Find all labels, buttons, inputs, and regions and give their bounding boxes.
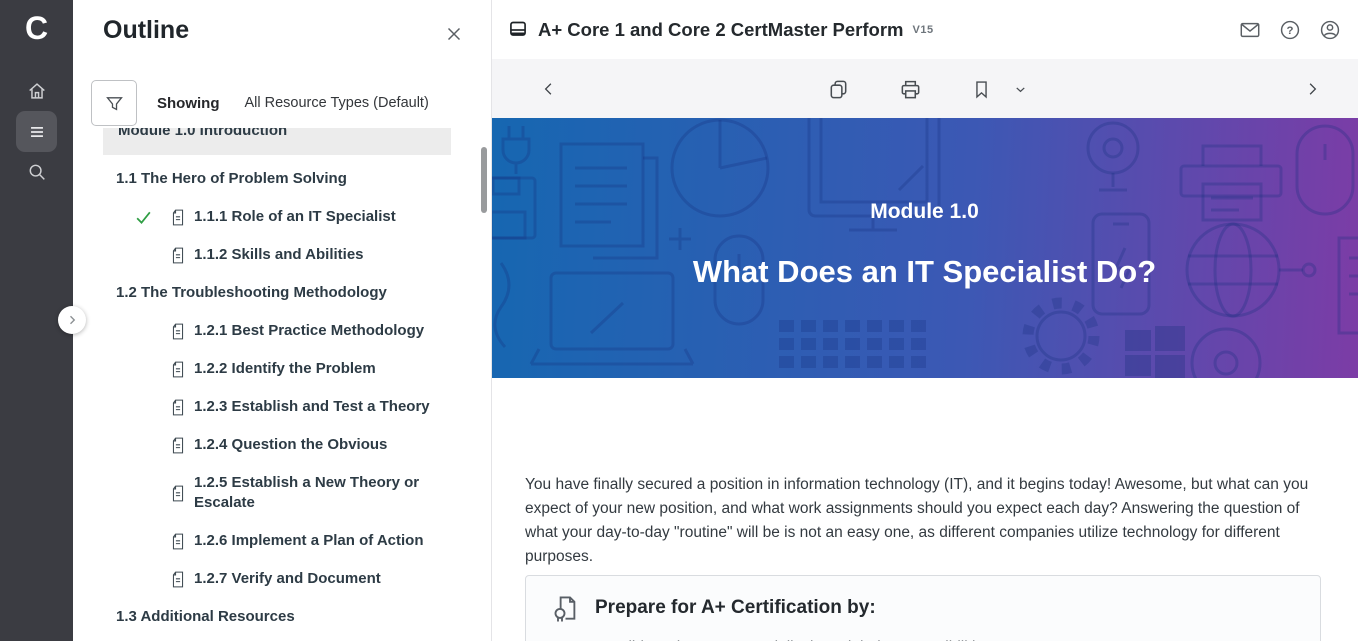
filter-row: Showing All Resource Types (Default) <box>91 80 429 126</box>
chevron-right-icon <box>1303 80 1321 98</box>
course-title: A+ Core 1 and Core 2 CertMaster Perform <box>538 19 904 41</box>
filter-value: All Resource Types (Default) <box>245 95 429 111</box>
messages-button[interactable] <box>1239 19 1261 41</box>
reader-toolbar <box>491 59 1358 118</box>
outline-item[interactable]: 1.2.2 Identify the Problem <box>134 359 471 379</box>
copy-icon <box>827 78 850 101</box>
bookmark-button[interactable] <box>969 77 993 101</box>
outline-item[interactable]: 1.2.5 Establish a New Theory or Escalate <box>134 473 471 513</box>
banner-title: What Does an IT Specialist Do? <box>491 254 1358 290</box>
help-button[interactable]: ? <box>1279 19 1301 41</box>
outline-item[interactable]: 1.2.7 Verify and Document <box>134 569 471 589</box>
account-button[interactable] <box>1319 19 1341 41</box>
home-button[interactable] <box>16 70 57 111</box>
filter-funnel-icon <box>104 93 125 114</box>
copy-button[interactable] <box>826 77 850 101</box>
document-icon <box>171 323 186 340</box>
certification-callout: Prepare for A+ Certification by: Describ… <box>525 575 1321 641</box>
chevron-down-icon <box>1013 82 1028 97</box>
outline-item[interactable]: 1.2.3 Establish and Test a Theory <box>134 397 471 417</box>
outline-item[interactable]: 1.1 The Hero of Problem Solving <box>116 169 471 188</box>
document-icon <box>171 209 186 226</box>
svg-text:?: ? <box>1287 25 1294 37</box>
outline-item[interactable]: 1.2.4 Question the Obvious <box>134 435 471 455</box>
tech-pattern-decoration <box>491 118 1358 378</box>
certificate-icon <box>550 593 580 623</box>
help-icon: ? <box>1279 19 1301 41</box>
outline-list: Module 1.0 Introduction 1.1 The Hero of P… <box>73 128 491 641</box>
main-content: A+ Core 1 and Core 2 CertMaster Perform … <box>491 0 1358 641</box>
bookmark-menu-button[interactable] <box>1011 77 1029 101</box>
outline-scrollbar-thumb[interactable] <box>481 147 487 213</box>
outline-panel: Outline Showing All Resource Types (Defa… <box>73 0 492 641</box>
bookmark-icon <box>971 79 992 100</box>
outline-item[interactable]: 1.1.2 Skills and Abilities <box>134 245 471 265</box>
document-icon <box>171 361 186 378</box>
search-button[interactable] <box>16 151 57 192</box>
home-icon <box>26 80 48 102</box>
banner-module-label: Module 1.0 <box>491 200 1358 224</box>
account-icon <box>1319 19 1341 41</box>
document-icon <box>171 437 186 454</box>
check-icon <box>134 208 171 227</box>
close-panel-button[interactable] <box>443 23 465 45</box>
outline-item[interactable]: Module 1.0 Introduction <box>103 128 451 155</box>
outline-item[interactable]: 1.2.6 Implement a Plan of Action <box>134 531 471 551</box>
panel-title: Outline <box>103 16 189 45</box>
print-button[interactable] <box>898 77 922 101</box>
outline-item[interactable]: 1.2.1 Best Practice Methodology <box>134 321 471 341</box>
comptia-logo: C <box>0 6 73 50</box>
lesson-content: You have finally secured a position in i… <box>491 378 1358 641</box>
outline-button[interactable] <box>16 111 57 152</box>
previous-page-button[interactable] <box>537 77 561 101</box>
printer-icon <box>899 78 922 101</box>
outline-item[interactable]: 1.2 The Troubleshooting Methodology <box>116 283 471 302</box>
document-icon <box>171 533 186 550</box>
document-icon <box>171 571 186 588</box>
panel-expand-button[interactable] <box>58 306 86 334</box>
course-header: A+ Core 1 and Core 2 CertMaster Perform … <box>491 0 1358 60</box>
search-icon <box>26 161 48 183</box>
chevron-left-icon <box>540 80 558 98</box>
chevron-right-icon <box>63 311 81 329</box>
document-icon <box>171 247 186 264</box>
lesson-paragraph: You have finally secured a position in i… <box>525 473 1321 569</box>
callout-title: Prepare for A+ Certification by: <box>595 597 876 619</box>
outline-item[interactable]: 1.3 Additional Resources <box>116 607 471 626</box>
document-icon <box>171 399 186 416</box>
ebook-icon <box>508 20 528 40</box>
showing-label: Showing <box>157 95 220 112</box>
outline-item[interactable]: 1.1.1 Role of an IT Specialist <box>134 207 471 227</box>
course-version: V15 <box>913 24 934 36</box>
callout-bullet: Describing what an IT specialist is and … <box>588 636 1296 641</box>
document-icon <box>171 485 186 502</box>
callout-bullet-list: Describing what an IT specialist is and … <box>550 636 1296 641</box>
envelope-icon <box>1239 19 1261 41</box>
filter-button[interactable] <box>91 80 137 126</box>
menu-icon <box>26 121 48 143</box>
next-page-button[interactable] <box>1300 77 1324 101</box>
module-banner: Module 1.0 What Does an IT Specialist Do… <box>491 118 1358 378</box>
